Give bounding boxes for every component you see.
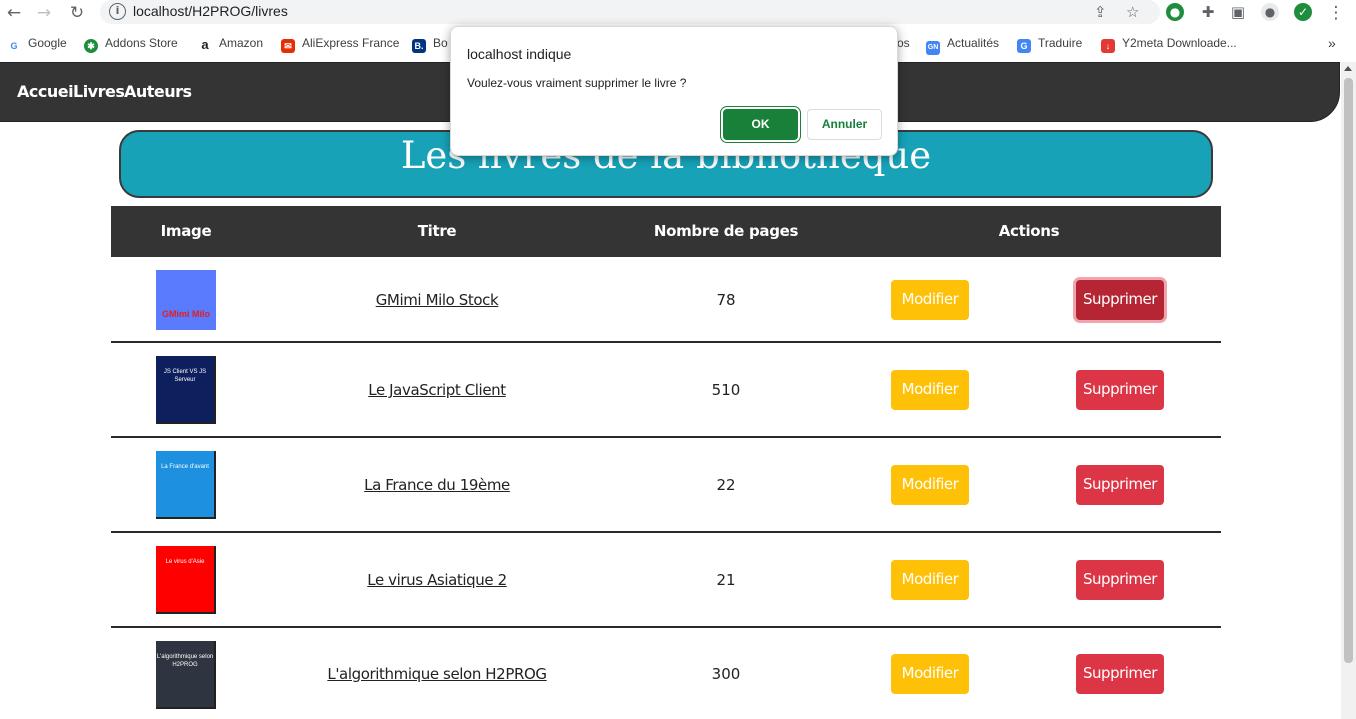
book-title-link[interactable]: La France du 19ème <box>364 476 510 494</box>
extensions-puzzle-icon[interactable]: ✚ <box>1199 3 1217 21</box>
table-header: Image Titre Nombre de pages Actions <box>111 206 1221 257</box>
addons-store-icon: ✱ <box>84 39 98 53</box>
side-panel-icon[interactable]: ▣ <box>1229 3 1247 21</box>
book-cover-image: L'algorithmique selon H2PROG <box>156 641 216 709</box>
book-pages: 510 <box>711 381 741 399</box>
bookmark-traduire[interactable]: G Traduire <box>1017 34 1083 53</box>
site-info-icon[interactable]: i <box>109 3 126 20</box>
menu-dots-icon[interactable]: ⋮ <box>1325 2 1347 24</box>
forward-icon[interactable]: → <box>33 2 55 24</box>
table-row: GMimi Milo GMimi Milo Stock 78 Modifier … <box>111 257 1221 343</box>
bookmark-star-icon[interactable]: ☆ <box>1126 3 1139 21</box>
book-pages: 78 <box>716 291 736 309</box>
reload-icon[interactable]: ↻ <box>66 2 88 24</box>
bookmark-label: Traduire <box>1038 36 1083 50</box>
table-row: JS Client VS JS Serveur Le JavaScript Cl… <box>111 343 1221 438</box>
profile-avatar-icon[interactable]: ● <box>1261 3 1279 21</box>
table-row: L'algorithmique selon H2PROG L'algorithm… <box>111 628 1221 719</box>
google-translate-icon: G <box>1017 39 1031 53</box>
booking-icon: B. <box>412 39 426 53</box>
bookmark-partial[interactable]: os <box>897 34 910 52</box>
bookmark-label: Amazon <box>219 36 264 50</box>
book-cover-image: GMimi Milo <box>156 270 216 330</box>
delete-button[interactable]: Supprimer <box>1076 560 1164 600</box>
bookmark-google[interactable]: G Google <box>7 34 67 53</box>
modify-button[interactable]: Modifier <box>891 654 969 694</box>
delete-button[interactable]: Supprimer <box>1076 280 1164 320</box>
y2meta-icon: ↓ <box>1101 39 1115 53</box>
book-title-link[interactable]: L'algorithmique selon H2PROG <box>327 665 547 683</box>
book-cover-image: La France d'avant <box>156 451 216 519</box>
bookmark-label: AliExpress France <box>302 36 400 50</box>
amazon-icon: a <box>198 38 212 52</box>
dialog-message: Voulez-vous vraiment supprimer le livre … <box>467 76 687 90</box>
google-news-icon: GN <box>926 41 940 55</box>
aliexpress-icon: ✉ <box>281 39 295 53</box>
browser-toolbar: ← → ↻ i localhost/H2PROG/livres ⇪ ☆ ● ✚ … <box>0 0 1356 28</box>
book-title-link[interactable]: Le JavaScript Client <box>368 381 506 399</box>
modify-button[interactable]: Modifier <box>891 465 969 505</box>
modify-button[interactable]: Modifier <box>891 280 969 320</box>
book-pages: 300 <box>711 665 741 683</box>
bookmark-aliexpress[interactable]: ✉ AliExpress France <box>281 34 400 53</box>
bookmark-label: Actualités <box>947 36 1000 50</box>
security-check-icon[interactable]: ✓ <box>1294 3 1312 21</box>
book-title-link[interactable]: GMimi Milo Stock <box>376 291 499 309</box>
book-cover-image: Le virus d'Asie <box>156 546 216 614</box>
address-bar[interactable]: i localhost/H2PROG/livres ⇪ ☆ <box>100 0 1160 24</box>
nav-link-auteurs[interactable]: Auteurs <box>124 82 192 101</box>
scrollbar-thumb[interactable] <box>1344 78 1353 663</box>
bookmark-label: Y2meta Downloade... <box>1122 36 1237 50</box>
modify-button[interactable]: Modifier <box>891 560 969 600</box>
book-pages: 22 <box>716 476 736 494</box>
header-pages: Nombre de pages <box>653 222 799 240</box>
share-icon[interactable]: ⇪ <box>1094 3 1107 21</box>
delete-button[interactable]: Supprimer <box>1076 465 1164 505</box>
google-icon: G <box>7 39 21 53</box>
url-text[interactable]: localhost/H2PROG/livres <box>133 3 288 19</box>
ok-button[interactable]: OK <box>723 109 798 140</box>
bookmark-addons-store[interactable]: ✱ Addons Store <box>84 34 178 53</box>
book-pages: 21 <box>716 571 736 589</box>
bookmark-label: Addons Store <box>105 36 178 50</box>
delete-button[interactable]: Supprimer <box>1076 370 1164 410</box>
bookmark-actualites[interactable]: GN Actualités <box>926 34 1000 55</box>
bookmark-label: Bo <box>433 36 448 50</box>
delete-button[interactable]: Supprimer <box>1076 654 1164 694</box>
bookmarks-overflow-icon[interactable]: » <box>1328 34 1336 52</box>
page-viewport: Accueil Livres Auteurs Les livres de la … <box>0 62 1356 719</box>
header-actions: Actions <box>998 222 1060 240</box>
bookmark-amazon[interactable]: a Amazon <box>198 34 263 52</box>
dialog-title: localhost indique <box>467 46 572 62</box>
book-cover-image: JS Client VS JS Serveur <box>156 356 216 424</box>
bookmark-booking[interactable]: B. Bo <box>412 34 448 53</box>
bookmark-label: Google <box>28 36 67 50</box>
bookmark-label: os <box>897 36 910 50</box>
page-scrollbar[interactable] <box>1341 62 1356 719</box>
modify-button[interactable]: Modifier <box>891 370 969 410</box>
cancel-button[interactable]: Annuler <box>807 109 882 140</box>
header-image: Image <box>160 222 212 240</box>
back-icon[interactable]: ← <box>3 2 25 24</box>
header-title: Titre <box>417 222 457 240</box>
bookmark-y2meta[interactable]: ↓ Y2meta Downloade... <box>1101 34 1237 53</box>
nav-link-livres[interactable]: Livres <box>73 82 125 101</box>
confirm-dialog: localhost indique Voulez-vous vraiment s… <box>450 26 898 156</box>
table-row: La France d'avant La France du 19ème 22 … <box>111 438 1221 533</box>
extension-shield-icon[interactable]: ● <box>1166 3 1184 21</box>
table-row: Le virus d'Asie Le virus Asiatique 2 21 … <box>111 533 1221 628</box>
book-title-link[interactable]: Le virus Asiatique 2 <box>367 571 507 589</box>
nav-link-accueil[interactable]: Accueil <box>17 82 79 101</box>
scroll-up-icon[interactable] <box>1344 66 1352 71</box>
